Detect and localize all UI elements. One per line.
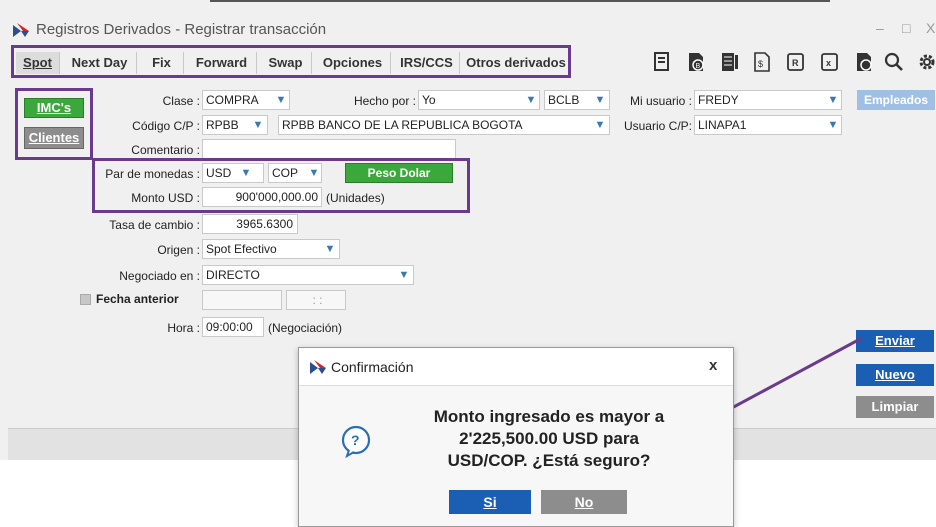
codigo-cp-description[interactable]: RPBB BANCO DE LA REPUBLICA BOGOTA [278, 115, 610, 135]
tab-next-day[interactable]: Next Day [63, 52, 137, 74]
title-bar: Registros Derivados - Registrar transacc… [0, 14, 936, 44]
clase-label: Clase : [162, 94, 200, 108]
hecho-por-label: Hecho por : [353, 94, 416, 108]
chevron-down-icon[interactable]: ▼ [273, 91, 289, 109]
list-info-icon[interactable] [720, 51, 740, 73]
svg-text:$: $ [758, 59, 763, 69]
clientes-button[interactable]: Clientes [24, 127, 84, 149]
excel-x-icon[interactable]: x [820, 51, 840, 73]
form-icon[interactable] [652, 51, 672, 73]
chevron-down-icon[interactable]: ▼ [306, 164, 322, 182]
app-logo-icon [13, 23, 29, 37]
top-divider [210, 0, 830, 2]
document-dollar-icon[interactable]: $ [752, 51, 772, 73]
document-b-icon[interactable]: B [686, 51, 706, 73]
yes-label: Si [483, 494, 497, 510]
fecha-anterior-checkbox[interactable] [80, 294, 91, 305]
maximize-button[interactable]: □ [902, 20, 910, 36]
dialog-message: Monto ingresado es mayor a 2'225,500.00 … [399, 406, 699, 472]
comentario-input[interactable] [202, 139, 456, 159]
origen-select[interactable]: Spot Efectivo [202, 239, 340, 259]
hora-note: (Negociación) [268, 321, 343, 335]
empleados-button[interactable]: Empleados [857, 90, 935, 110]
tasa-cambio-label: Tasa de cambio : [109, 218, 200, 232]
confirmation-dialog: Confirmación x ? Monto ingresado es mayo… [298, 347, 734, 527]
dialog-title: Confirmación [331, 359, 414, 375]
document-print-icon[interactable] [854, 51, 874, 73]
peso-dolar-button[interactable]: Peso Dolar [345, 163, 453, 183]
hecho-por-select[interactable]: Yo [418, 90, 540, 110]
dialog-title-bar: Confirmación x [299, 348, 733, 386]
monto-unit: (Unidades) [326, 191, 385, 205]
svg-text:x: x [826, 58, 831, 68]
tab-swap[interactable]: Swap [260, 52, 312, 74]
tab-label: Spot [23, 55, 52, 70]
monto-usd-input[interactable]: 900'000,000.00 [202, 187, 322, 207]
usuario-cp-select[interactable]: LINAPA1 [694, 115, 842, 135]
chevron-down-icon[interactable]: ▼ [592, 116, 608, 134]
gear-icon[interactable] [916, 51, 936, 73]
svg-text:R: R [792, 58, 799, 68]
imcs-label: IMC's [36, 100, 72, 115]
window-title: Registros Derivados - Registrar transacc… [36, 21, 327, 38]
chevron-down-icon[interactable]: ▼ [825, 91, 841, 109]
currency-from-select[interactable]: USD [202, 163, 264, 183]
tool-icons: B $ R x [652, 51, 936, 77]
nuevo-label: Nuevo [875, 367, 915, 382]
enviar-label: Enviar [875, 333, 915, 348]
negociado-select[interactable]: DIRECTO [202, 265, 414, 285]
tab-opciones[interactable]: Opciones [315, 52, 391, 74]
origen-label: Origen : [157, 243, 200, 257]
chevron-down-icon[interactable]: ▼ [250, 116, 266, 134]
svg-text:B: B [696, 63, 701, 70]
dialog-message-line3: USD/COP. ¿Está seguro? [447, 451, 651, 470]
app-logo-icon [310, 360, 326, 374]
fecha-anterior-time[interactable]: : : [286, 290, 346, 310]
report-r-icon[interactable]: R [786, 51, 806, 73]
mi-usuario-select[interactable]: FREDY [694, 90, 842, 110]
tasa-cambio-input[interactable]: 3965.6300 [202, 214, 298, 234]
negociado-label: Negociado en : [119, 269, 200, 283]
chevron-down-icon[interactable]: ▼ [825, 116, 841, 134]
hora-label: Hora : [167, 321, 200, 335]
no-button[interactable]: No [541, 490, 627, 514]
mi-usuario-label: Mi usuario : [629, 94, 692, 108]
fecha-anterior-date[interactable] [202, 290, 282, 310]
dialog-message-line1: Monto ingresado es mayor a [433, 407, 665, 426]
question-icon: ? [341, 425, 371, 458]
chevron-down-icon[interactable]: ▼ [322, 240, 338, 258]
yes-button[interactable]: Si [449, 490, 531, 514]
tab-spot[interactable]: Spot [16, 52, 60, 74]
chevron-down-icon[interactable]: ▼ [238, 164, 254, 182]
close-window-button[interactable]: X [926, 20, 935, 36]
fecha-anterior-label: Fecha anterior [96, 292, 179, 306]
chevron-down-icon[interactable]: ▼ [592, 91, 608, 109]
dialog-close-button[interactable]: x [709, 357, 717, 374]
comentario-label: Comentario : [131, 143, 200, 157]
clientes-label: Clientes [28, 130, 80, 145]
svg-text:?: ? [351, 432, 360, 448]
par-monedas-label: Par de monedas : [105, 167, 200, 181]
hora-input[interactable]: 09:00:00 [202, 317, 264, 337]
usuario-cp-label: Usuario C/P: [623, 119, 692, 133]
minimize-button[interactable]: – [876, 20, 884, 36]
tab-irs-ccs[interactable]: IRS/CCS [394, 52, 460, 74]
chevron-down-icon[interactable]: ▼ [396, 266, 412, 284]
tab-otros-derivados[interactable]: Otros derivados [463, 52, 569, 74]
codigo-cp-label: Código C/P : [132, 119, 200, 133]
dialog-message-line2: 2'225,500.00 USD para [459, 429, 639, 448]
tab-fix[interactable]: Fix [140, 52, 184, 74]
chevron-down-icon[interactable]: ▼ [523, 91, 539, 109]
tab-forward[interactable]: Forward [187, 52, 257, 74]
monto-usd-label: Monto USD : [131, 191, 200, 205]
tab-bar: Spot Next Day Fix Forward Swap Opciones … [11, 45, 571, 78]
no-label: No [574, 494, 594, 510]
search-icon[interactable] [884, 51, 904, 73]
imcs-button[interactable]: IMC's [24, 98, 84, 118]
